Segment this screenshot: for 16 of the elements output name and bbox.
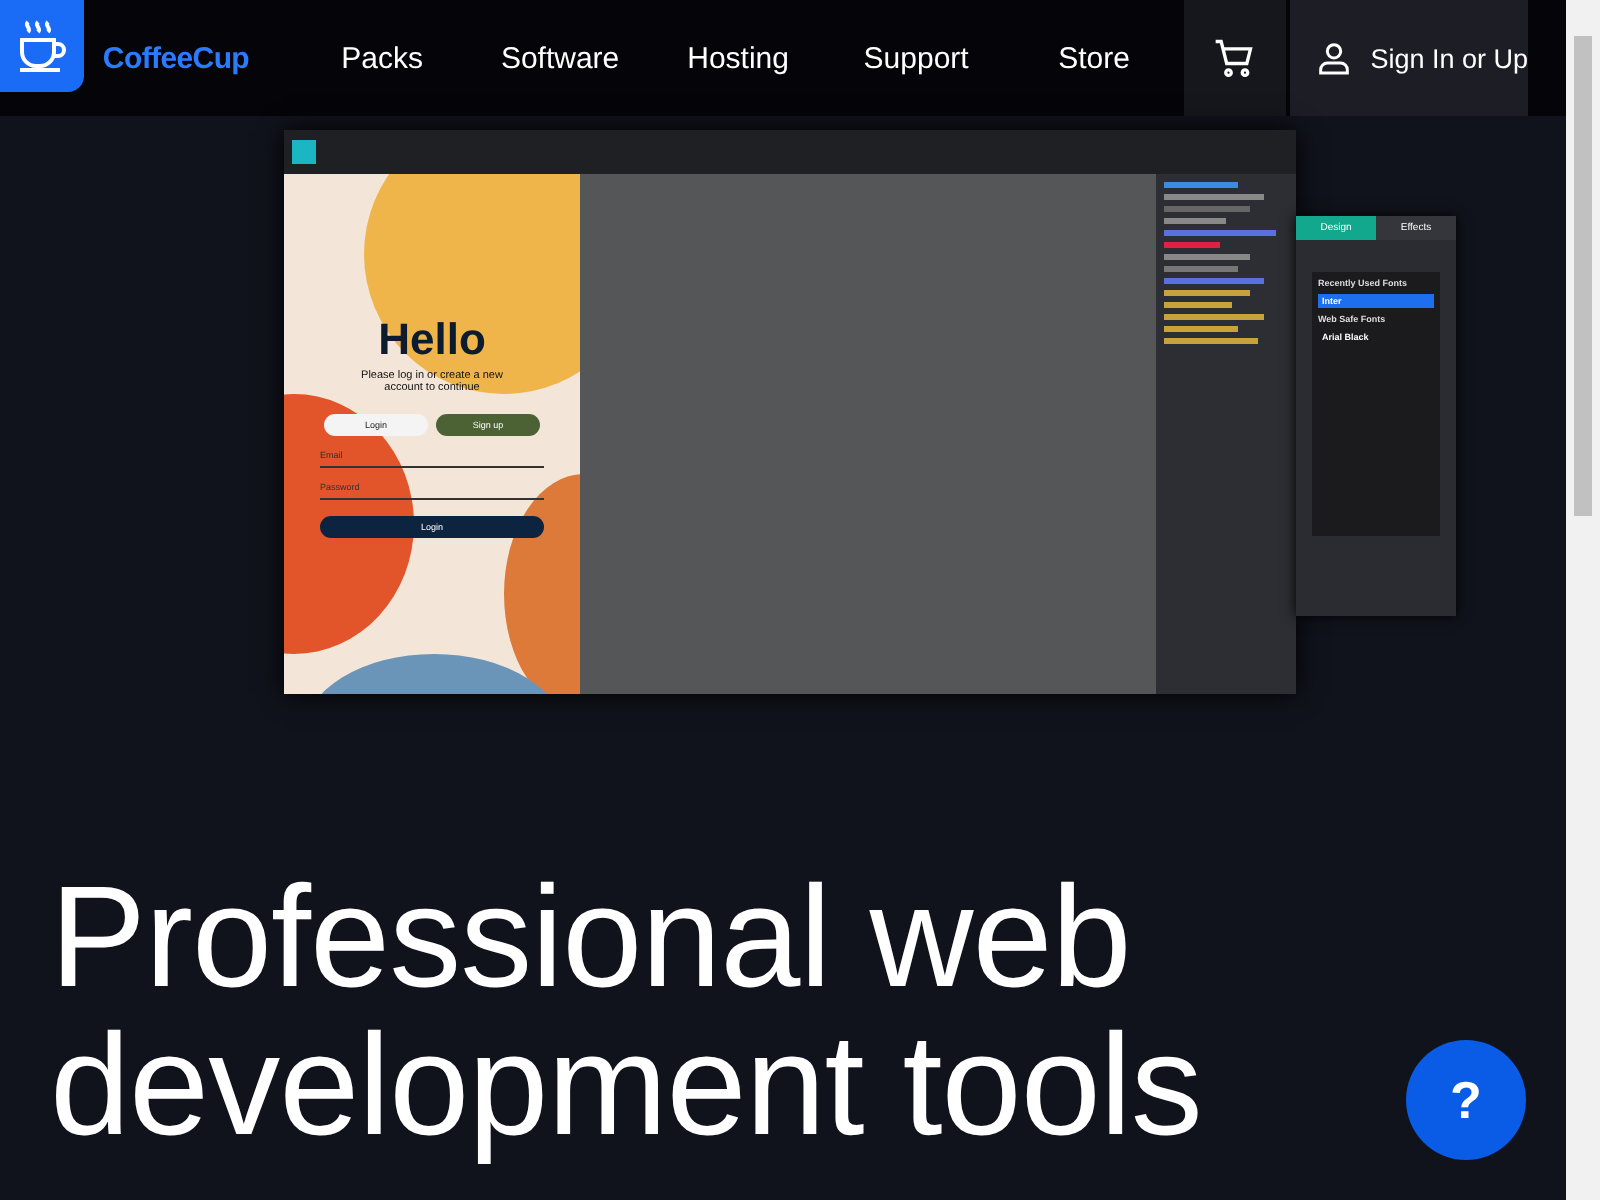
coffee-cup-icon [16,18,69,74]
cart-icon [1212,36,1257,80]
app-logo-icon [292,140,316,164]
brand-link[interactable]: CoffeeCup [102,41,250,75]
nav-link[interactable]: Store [1005,41,1184,75]
nav-link[interactable]: Software [471,41,650,75]
sign-in-button[interactable]: Sign In or Up [1290,0,1528,116]
nav-link[interactable]: Packs [293,41,472,75]
user-icon [1314,38,1355,78]
nav-link[interactable]: Hosting [649,41,828,75]
hero-heading: development tools [50,1012,1202,1160]
cart-button[interactable] [1183,0,1287,116]
coffee-cup-logo[interactable] [0,0,85,92]
nav-link[interactable]: Support [827,41,1006,75]
hero-heading: Professional web [50,864,1131,1012]
help-button[interactable]: ? [1406,1040,1526,1160]
